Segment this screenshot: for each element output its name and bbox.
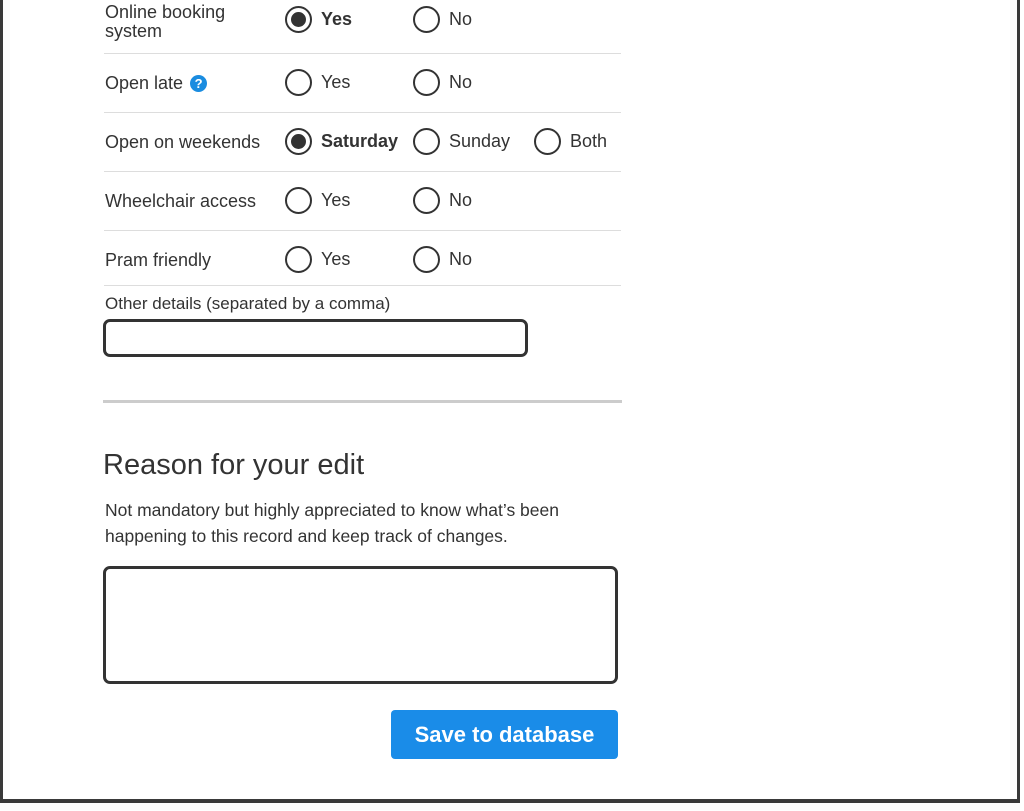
reason-section-title: Reason for your edit	[103, 449, 365, 481]
question-icon[interactable]: ?	[190, 75, 208, 92]
radio-label: Yes	[321, 190, 351, 210]
radio-weekends-both[interactable]: Both	[534, 128, 607, 155]
radio-label: Yes	[321, 9, 353, 29]
radio-label: Yes	[321, 72, 351, 92]
radio-weekends-sunday[interactable]: Sunday	[413, 128, 510, 155]
radio-weekends-saturday[interactable]: Saturday	[285, 128, 398, 155]
field-row-open-weekends: Open on weekends Saturday Sunday Both	[104, 113, 621, 172]
reason-textarea[interactable]	[103, 566, 618, 684]
reason-description: Not mandatory but highly appreciated to …	[105, 500, 559, 546]
radio-circle	[285, 6, 312, 33]
radio-wheelchair-no[interactable]: No	[413, 187, 472, 214]
field-row-online-booking: Online booking system Yes No	[104, 0, 621, 54]
radio-circle	[534, 128, 561, 155]
radio-label: Sunday	[449, 131, 511, 151]
radio-label: No	[449, 190, 473, 210]
field-label: Wheelchair access	[105, 191, 257, 211]
radio-circle	[413, 6, 440, 33]
field-label: Online booking system	[105, 2, 226, 41]
field-label: Open on weekends	[105, 132, 261, 152]
radio-circle	[413, 187, 440, 214]
radio-pram-yes[interactable]: Yes	[285, 246, 350, 273]
radio-label: Saturday	[321, 131, 399, 151]
save-to-database-button[interactable]: Save to database	[391, 710, 618, 759]
field-row-wheelchair: Wheelchair access Yes No	[104, 172, 621, 231]
radio-circle	[285, 69, 312, 96]
radio-circle	[285, 128, 312, 155]
other-details-label: Other details (separated by a comma)	[105, 294, 391, 313]
field-label-wrap: Open late?	[105, 73, 208, 93]
field-label: Open late	[105, 73, 184, 93]
radio-circle	[413, 69, 440, 96]
field-row-pram-friendly: Pram friendly Yes No	[104, 231, 621, 286]
radio-online-booking-no[interactable]: No	[413, 6, 472, 33]
radio-label: No	[449, 9, 473, 29]
field-row-open-late: Open late? Yes No	[104, 54, 621, 113]
radio-online-booking-yes[interactable]: Yes	[285, 6, 352, 33]
radio-circle	[413, 246, 440, 273]
radio-circle	[413, 128, 440, 155]
field-label: Pram friendly	[105, 250, 212, 270]
radio-circle	[285, 246, 312, 273]
radio-pram-no[interactable]: No	[413, 246, 472, 273]
radio-label: No	[449, 249, 473, 269]
radio-open-late-no[interactable]: No	[413, 69, 472, 96]
other-details-input[interactable]	[103, 319, 528, 357]
radio-wheelchair-yes[interactable]: Yes	[285, 187, 350, 214]
radio-label: Both	[570, 131, 608, 151]
radio-label: Yes	[321, 249, 351, 269]
radio-open-late-yes[interactable]: Yes	[285, 69, 350, 96]
radio-label: No	[449, 72, 473, 92]
section-divider	[103, 400, 622, 403]
radio-circle	[285, 187, 312, 214]
